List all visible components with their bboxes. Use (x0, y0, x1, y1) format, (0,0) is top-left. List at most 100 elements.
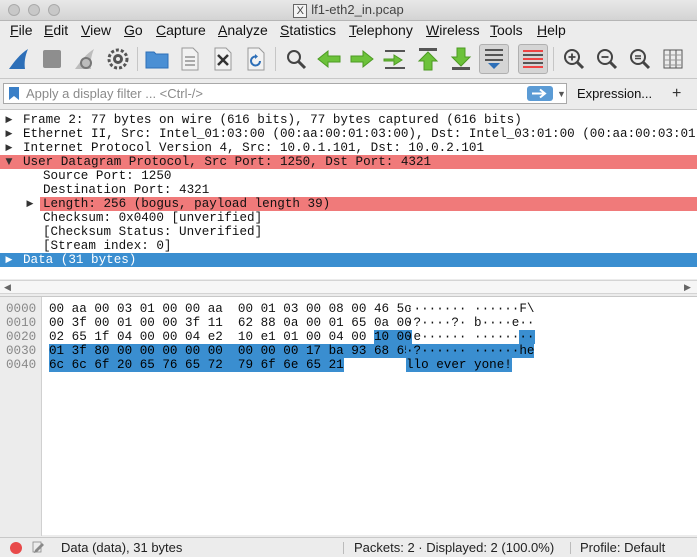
menu-go[interactable]: Go (124, 21, 143, 40)
folder-icon (145, 51, 169, 69)
tree-row-ip[interactable]: ▶ Internet Protocol Version 4, Src: 10.0… (0, 141, 697, 155)
offset-column: 0000 0010 0020 0030 0040 (0, 297, 42, 536)
expert-info-icon[interactable] (9, 541, 23, 555)
capture-options-button[interactable] (103, 44, 133, 74)
tree-row-udp[interactable]: ▼ User Datagram Protocol, Src Port: 1250… (0, 155, 697, 169)
hex-row[interactable]: 02 65 1f 04 00 00 04 e2 10 e1 01 00 04 0… (49, 330, 412, 344)
ascii-row[interactable]: llo ever yone! (406, 358, 512, 372)
start-capture-button[interactable] (4, 44, 34, 74)
menu-view[interactable]: View (81, 21, 111, 40)
capture-comment-icon[interactable] (31, 540, 47, 556)
menu-telephony[interactable]: Telephony (349, 21, 413, 40)
add-filter-button[interactable]: + (672, 83, 681, 104)
hex-row[interactable]: 00 aa 00 03 01 00 00 aa 00 01 03 00 08 0… (49, 302, 412, 316)
tree-row-destination-port[interactable]: Destination Port: 4321 (0, 183, 697, 197)
colorize-button[interactable] (518, 44, 548, 74)
expand-arrow-icon[interactable]: ▶ (4, 141, 14, 155)
menu-statistics[interactable]: Statistics (280, 21, 336, 40)
menu-wireless[interactable]: Wireless (426, 21, 480, 40)
go-to-packet-button[interactable] (380, 44, 410, 74)
hex-row[interactable]: 00 3f 00 01 00 00 3f 11 62 88 0a 00 01 6… (49, 316, 412, 330)
menu-edit[interactable]: Edit (44, 21, 68, 40)
gear-icon (107, 48, 129, 70)
status-selection-info: Data (data), 31 bytes (61, 540, 183, 555)
tree-row-frame[interactable]: ▶ Frame 2: 77 bytes on wire (616 bits), … (0, 113, 697, 127)
tree-row-length[interactable]: ▶ Length: 256 (bogus, payload length 39) (0, 197, 697, 211)
tree-row-checksum-status[interactable]: [Checksum Status: Unverified] (0, 225, 697, 239)
expand-arrow-icon[interactable]: ▶ (4, 127, 14, 141)
details-horizontal-scrollbar[interactable]: ◀ ▶ (0, 280, 697, 294)
collapse-arrow-icon[interactable]: ▼ (4, 155, 14, 169)
zoom-out-icon (597, 49, 618, 70)
find-packet-button[interactable] (281, 44, 311, 74)
reload-file-button[interactable] (241, 44, 271, 74)
normal-size-button[interactable] (625, 44, 655, 74)
hex-row[interactable]: 01 3f 80 00 00 00 00 00 00 00 00 17 ba 9… (49, 344, 412, 358)
go-back-button[interactable] (314, 44, 344, 74)
resize-columns-button[interactable] (658, 44, 688, 74)
menu-tools[interactable]: Tools (490, 21, 523, 40)
zoom-normal-icon (630, 49, 651, 70)
expand-arrow-icon[interactable]: ▶ (4, 253, 14, 267)
ascii-row[interactable]: ·?······ ······he (406, 344, 535, 358)
chevron-down-icon: ▼ (557, 89, 566, 99)
document-icon (181, 47, 199, 71)
zoom-out-button[interactable] (592, 44, 622, 74)
last-packet-button[interactable] (446, 44, 476, 74)
resize-columns-icon (663, 49, 683, 69)
arrow-up-bar-icon (417, 48, 439, 71)
reload-document-icon (247, 47, 265, 71)
wireshark-window: Xlf1-eth2_in.pcap File Edit View Go Capt… (0, 0, 697, 557)
expand-arrow-icon[interactable]: ▶ (25, 197, 35, 211)
menu-help[interactable]: Help (537, 21, 566, 40)
open-file-button[interactable] (142, 44, 172, 74)
scroll-right-icon[interactable]: ▶ (684, 281, 691, 294)
colorize-lines-icon (523, 50, 543, 68)
window-title: lf1-eth2_in.pcap (311, 2, 404, 17)
tree-row-checksum[interactable]: Checksum: 0x0400 [unverified] (0, 211, 697, 225)
byte-offset: 0010 (6, 316, 37, 330)
display-filter-box: ▼ (3, 83, 567, 104)
auto-scroll-button[interactable] (479, 44, 509, 74)
tree-row-ethernet[interactable]: ▶ Ethernet II, Src: Intel_01:03:00 (00:a… (0, 127, 697, 141)
arrow-left-icon (317, 49, 341, 69)
x11-app-icon: X (293, 3, 308, 18)
main-toolbar (0, 41, 697, 79)
tree-row-source-port[interactable]: Source Port: 1250 (0, 169, 697, 183)
menu-capture[interactable]: Capture (156, 21, 206, 40)
apply-filter-button[interactable] (527, 86, 553, 101)
packet-bytes-pane: 0000 0010 0020 0030 0040 00 aa 00 03 01 … (0, 296, 697, 536)
ascii-row[interactable]: ·e······ ········ (406, 330, 535, 344)
restart-fin-icon (75, 49, 94, 69)
save-file-button[interactable] (175, 44, 205, 74)
zoom-in-button[interactable] (559, 44, 589, 74)
menu-bar: File Edit View Go Capture Analyze Statis… (0, 21, 697, 40)
expression-button[interactable]: Expression... (577, 83, 652, 104)
filter-history-dropdown[interactable]: ▼ (557, 87, 567, 101)
byte-offset: 0040 (6, 358, 37, 372)
ascii-row[interactable]: ·?····?· b····e·· (406, 316, 534, 330)
menu-file[interactable]: File (10, 21, 33, 40)
toolbar-separator (137, 47, 138, 71)
go-forward-button[interactable] (347, 44, 377, 74)
tree-row-stream-index[interactable]: [Stream index: 0] (0, 239, 697, 253)
scroll-left-icon[interactable]: ◀ (4, 281, 11, 294)
expand-arrow-icon[interactable]: ▶ (4, 113, 14, 127)
hex-row[interactable]: 6c 6c 6f 20 65 76 65 72 79 6f 6e 65 21 (49, 358, 344, 372)
window-title-area: Xlf1-eth2_in.pcap (0, 2, 697, 18)
status-separator (570, 542, 571, 554)
packet-details-pane: ▶ Frame 2: 77 bytes on wire (616 bits), … (0, 109, 697, 279)
close-file-button[interactable] (208, 44, 238, 74)
bookmark-icon[interactable] (7, 86, 21, 101)
first-packet-button[interactable] (413, 44, 443, 74)
tree-row-data[interactable]: ▶ Data (31 bytes) (0, 253, 697, 267)
display-filter-input[interactable] (26, 85, 516, 102)
byte-offset: 0020 (6, 330, 37, 344)
stop-capture-button[interactable] (37, 44, 67, 74)
arrow-down-bar-icon (450, 47, 472, 70)
status-packets-info: Packets: 2 · Displayed: 2 (100.0%) (354, 540, 555, 555)
status-profile[interactable]: Profile: Default (580, 538, 665, 557)
ascii-row[interactable]: ········ ······F\ (406, 302, 534, 316)
menu-analyze[interactable]: Analyze (218, 21, 268, 40)
restart-capture-button[interactable] (70, 44, 100, 74)
